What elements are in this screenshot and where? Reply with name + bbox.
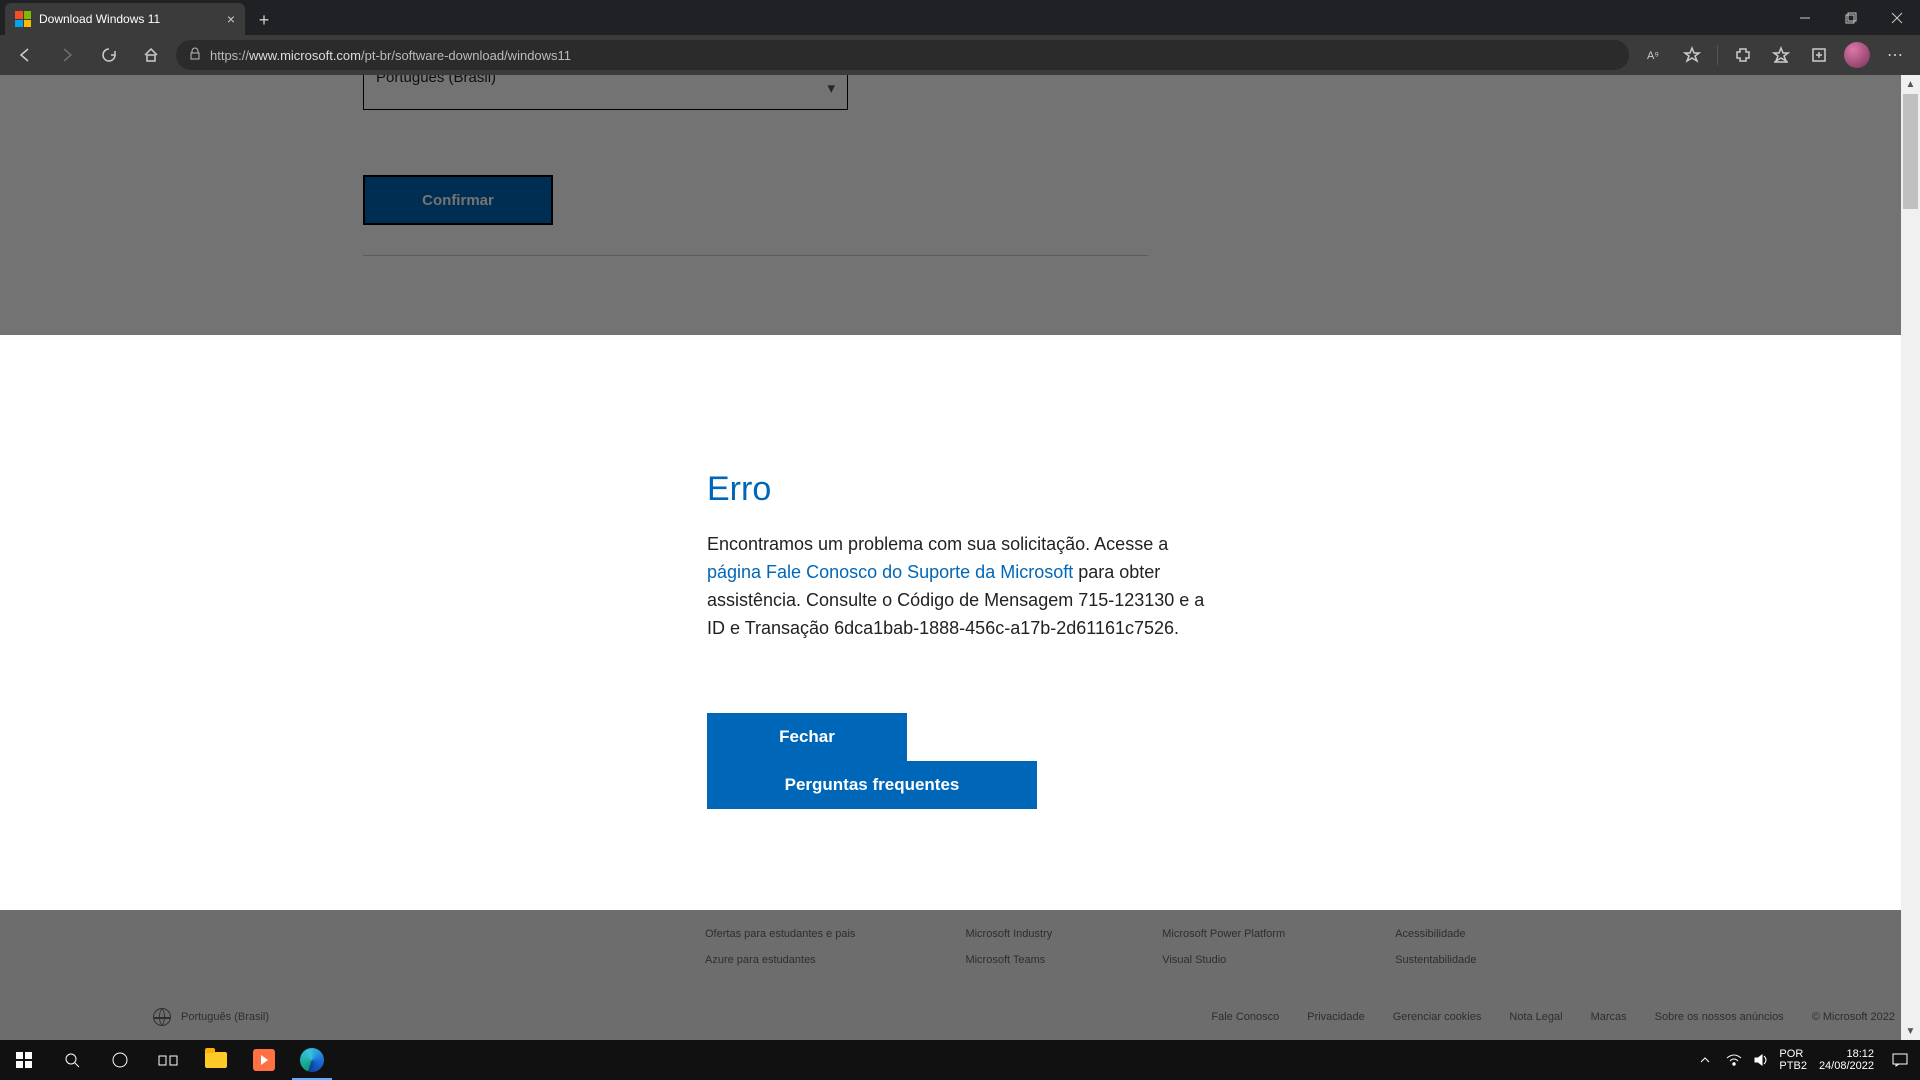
back-button[interactable]: [8, 38, 42, 72]
lock-icon: [188, 47, 202, 64]
page-viewport: Português (Brasil) ▾ Confirmar Erro Enco…: [0, 75, 1920, 1040]
microsoft-favicon: [15, 11, 31, 27]
kb-layout: PTB2: [1779, 1060, 1807, 1072]
faq-button[interactable]: Perguntas frequentes: [707, 761, 1037, 809]
extensions-button[interactable]: [1726, 38, 1760, 72]
close-button[interactable]: Fechar: [707, 713, 907, 761]
tray-expand-button[interactable]: [1693, 1040, 1717, 1080]
language-indicator[interactable]: POR PTB2: [1779, 1048, 1807, 1072]
browser-tab[interactable]: Download Windows 11 ×: [5, 3, 245, 35]
search-button[interactable]: [48, 1040, 96, 1080]
separator: [1717, 45, 1718, 65]
date-text: 24/08/2022: [1819, 1060, 1874, 1072]
edge-button[interactable]: [288, 1040, 336, 1080]
menu-button[interactable]: ⋯: [1878, 38, 1912, 72]
scrollbar[interactable]: ▲ ▼: [1901, 75, 1920, 1040]
window-minimize-button[interactable]: [1782, 1, 1828, 35]
clock[interactable]: 18:12 24/08/2022: [1819, 1048, 1874, 1072]
browser-toolbar: https://www.microsoft.com/pt-br/software…: [0, 35, 1920, 75]
url-text: https://www.microsoft.com/pt-br/software…: [210, 48, 571, 63]
collections-button[interactable]: [1802, 38, 1836, 72]
tab-close-button[interactable]: ×: [227, 11, 235, 27]
address-bar[interactable]: https://www.microsoft.com/pt-br/software…: [176, 40, 1629, 70]
taskbar: POR PTB2 18:12 24/08/2022: [0, 1040, 1920, 1080]
notifications-button[interactable]: [1886, 1040, 1914, 1080]
folder-icon: [205, 1052, 227, 1068]
video-app-button[interactable]: [240, 1040, 288, 1080]
error-dialog: Erro Encontramos um problema com sua sol…: [707, 470, 1217, 809]
scroll-thumb[interactable]: [1903, 94, 1918, 209]
time-text: 18:12: [1846, 1048, 1874, 1060]
svg-text:A⁹: A⁹: [1647, 50, 1659, 62]
forward-button: [50, 38, 84, 72]
window-maximize-button[interactable]: [1828, 1, 1874, 35]
new-tab-button[interactable]: +: [249, 5, 279, 35]
start-button[interactable]: [0, 1040, 48, 1080]
contact-support-link[interactable]: página Fale Conosco do Suporte da Micros…: [707, 562, 1073, 582]
edge-icon: [300, 1048, 324, 1072]
window-close-button[interactable]: [1874, 1, 1920, 35]
task-view-button[interactable]: [144, 1040, 192, 1080]
play-icon: [253, 1049, 275, 1071]
tab-title: Download Windows 11: [39, 12, 160, 26]
avatar: [1844, 42, 1870, 68]
cortana-button[interactable]: [96, 1040, 144, 1080]
volume-icon[interactable]: [1751, 1040, 1773, 1080]
profile-button[interactable]: [1840, 38, 1874, 72]
add-favorite-button[interactable]: [1675, 38, 1709, 72]
error-text: Encontramos um problema com sua solicita…: [707, 531, 1217, 643]
modal-backdrop: Erro Encontramos um problema com sua sol…: [0, 335, 1901, 910]
wifi-icon[interactable]: [1723, 1040, 1745, 1080]
scroll-down-button[interactable]: ▼: [1901, 1022, 1920, 1040]
file-explorer-button[interactable]: [192, 1040, 240, 1080]
lang-code: POR: [1779, 1048, 1803, 1060]
scroll-up-button[interactable]: ▲: [1901, 75, 1920, 93]
refresh-button[interactable]: [92, 38, 126, 72]
windows-icon: [16, 1052, 32, 1068]
home-button[interactable]: [134, 38, 168, 72]
window-titlebar: Download Windows 11 × +: [0, 0, 1920, 35]
error-title: Erro: [707, 470, 1217, 509]
favorites-button[interactable]: [1764, 38, 1798, 72]
read-aloud-button[interactable]: A⁹: [1637, 38, 1671, 72]
